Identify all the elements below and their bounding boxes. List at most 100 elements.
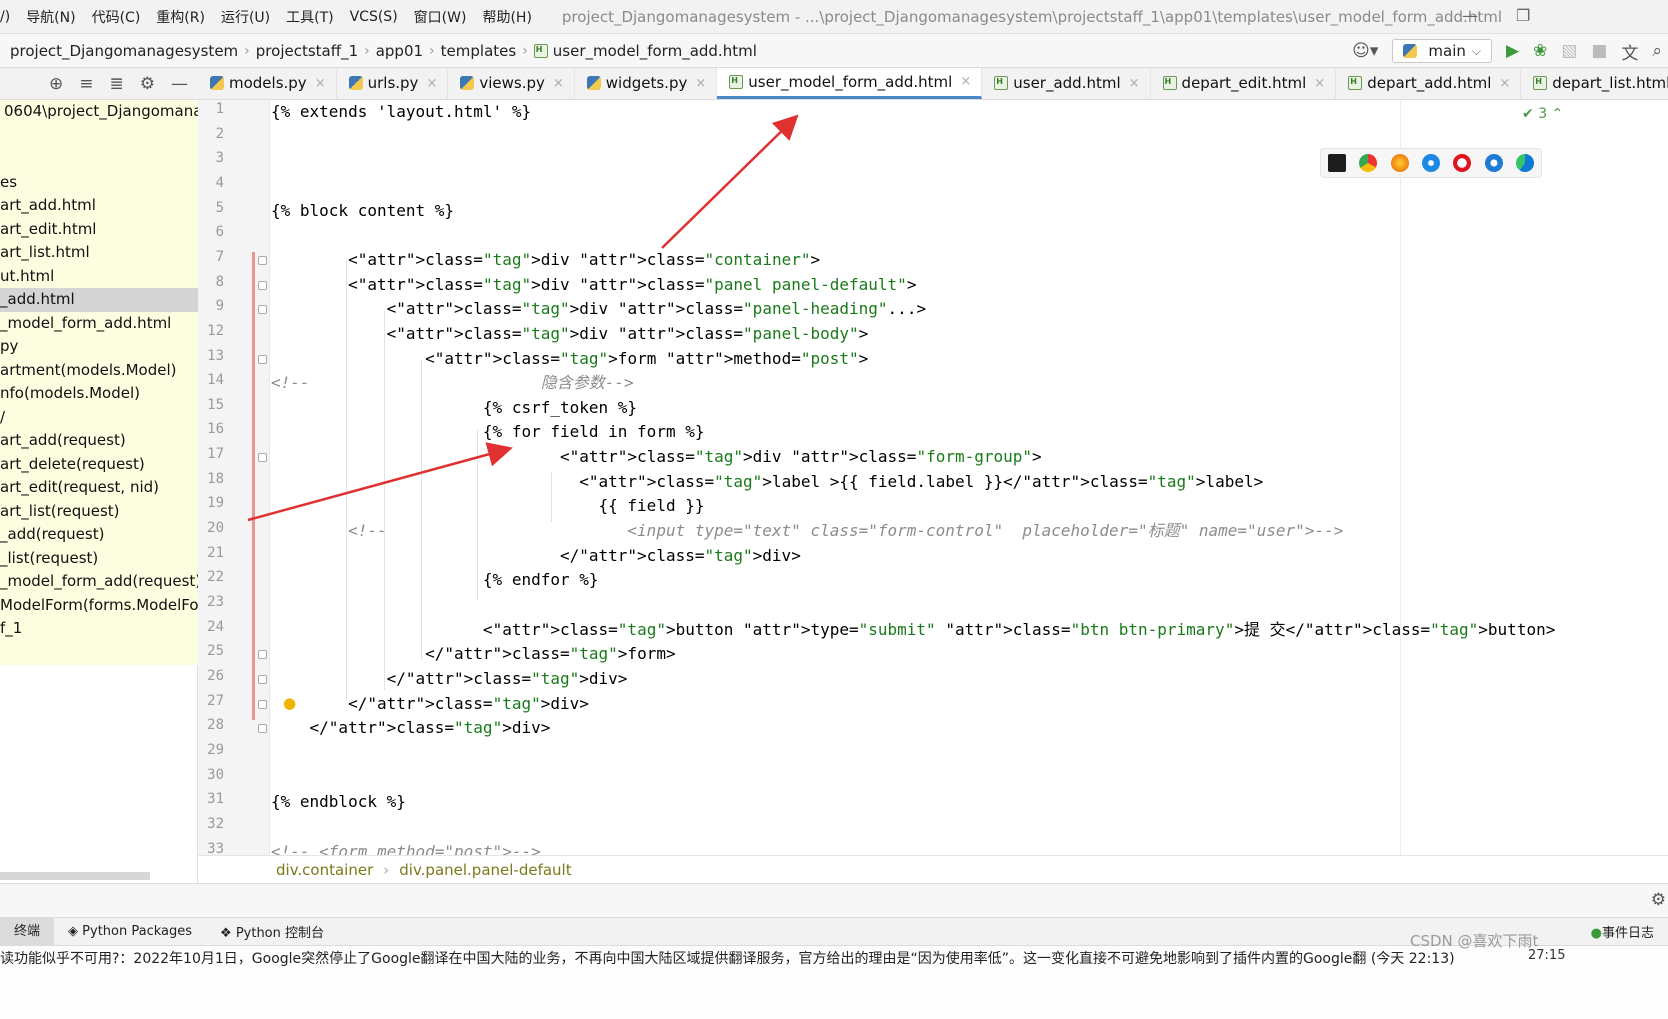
close-icon[interactable]: × bbox=[426, 76, 437, 91]
locate-icon[interactable]: ⊕ bbox=[49, 74, 63, 94]
project-scrollbar[interactable] bbox=[0, 872, 150, 880]
tree-item[interactable]: f_1 bbox=[0, 617, 198, 641]
inspection-widget[interactable]: ✔ 3 ⌃ bbox=[1522, 106, 1563, 122]
menu-item-vcs[interactable]: VCS(S) bbox=[342, 9, 406, 25]
code-line[interactable]: </"attr">class="tag">div> bbox=[271, 668, 628, 690]
menu-item-run[interactable]: 运行(U) bbox=[213, 7, 278, 27]
fold-marker[interactable] bbox=[258, 724, 267, 734]
breadcrumb-file[interactable]: user_model_form_add.html bbox=[528, 42, 763, 60]
stop-icon[interactable]: ■ bbox=[1591, 41, 1607, 61]
code-line[interactable]: </"attr">class="tag">form> bbox=[271, 643, 675, 665]
code-line[interactable]: <"attr">class="tag">div "attr">class="pa… bbox=[271, 274, 916, 296]
tree-item[interactable]: _model_form_add(request) bbox=[0, 570, 198, 594]
code-line[interactable]: <"attr">class="tag">form "attr">method="… bbox=[271, 348, 868, 370]
fold-marker[interactable] bbox=[258, 354, 267, 364]
fold-marker[interactable] bbox=[258, 699, 267, 709]
tab-models-py[interactable]: models.py × bbox=[198, 68, 337, 99]
close-icon[interactable]: × bbox=[695, 76, 706, 91]
tree-item[interactable]: 0604\project_Djangomanage bbox=[0, 100, 198, 124]
editor-crumb-panel[interactable]: div.panel.panel-default bbox=[399, 861, 571, 879]
tree-item[interactable]: / bbox=[0, 406, 198, 430]
tree-item[interactable]: art_edit.html bbox=[0, 218, 198, 242]
hide-icon[interactable]: — bbox=[171, 74, 188, 94]
code-line[interactable]: <"attr">class="tag">div "attr">class="pa… bbox=[271, 323, 869, 345]
debug-icon[interactable]: ❀ bbox=[1533, 41, 1547, 61]
tree-item[interactable]: art_add.html bbox=[0, 194, 198, 218]
pycharm-icon[interactable] bbox=[1327, 154, 1346, 172]
lightbulb-icon[interactable]: ● bbox=[283, 694, 296, 712]
tab-python-packages[interactable]: ◈ Python Packages bbox=[54, 924, 206, 939]
code-line[interactable]: <!-- <input type="text" class="form-cont… bbox=[271, 520, 1343, 542]
tab-widgets-py[interactable]: widgets.py × bbox=[575, 68, 718, 99]
code-line[interactable]: <!-- <form method="post">--> bbox=[271, 841, 541, 856]
tree-item[interactable]: ModelForm(forms.ModelFor bbox=[0, 594, 198, 618]
edge-icon[interactable] bbox=[1516, 154, 1535, 172]
tree-item[interactable] bbox=[0, 124, 198, 148]
restore-icon[interactable]: ❐ bbox=[1516, 6, 1530, 25]
menu-item-navigate[interactable]: 导航(N) bbox=[18, 7, 83, 27]
tree-item[interactable]: _add.html bbox=[0, 288, 198, 312]
collapse-all-icon[interactable]: ≣ bbox=[110, 74, 124, 94]
fold-marker[interactable] bbox=[258, 650, 267, 660]
close-icon[interactable]: × bbox=[553, 76, 564, 91]
tree-item[interactable] bbox=[0, 147, 198, 171]
close-icon[interactable]: × bbox=[1314, 76, 1325, 91]
tree-item[interactable]: es bbox=[0, 171, 198, 195]
tree-item[interactable]: art_edit(request, nid) bbox=[0, 476, 198, 500]
code-line[interactable]: <"attr">class="tag">button "attr">type="… bbox=[271, 619, 1555, 641]
menu-item-code[interactable]: 代码(C) bbox=[84, 7, 149, 27]
close-icon[interactable]: × bbox=[1129, 76, 1140, 91]
gear-icon[interactable]: ⚙ bbox=[140, 74, 155, 94]
user-icon[interactable]: ☺▾ bbox=[1352, 41, 1378, 61]
fold-marker[interactable] bbox=[258, 305, 267, 315]
tree-item[interactable]: nfo(models.Model) bbox=[0, 382, 198, 406]
gear-icon[interactable]: ⚙ bbox=[1651, 890, 1666, 910]
tab-depart-edit-html[interactable]: depart_edit.html × bbox=[1151, 68, 1337, 99]
tree-item[interactable]: art_list.html bbox=[0, 241, 198, 265]
code-line[interactable]: </"attr">class="tag">div> bbox=[271, 717, 551, 739]
search-icon[interactable]: ⌕ bbox=[1652, 41, 1662, 61]
menu-item-refactor[interactable]: 重构(R) bbox=[148, 7, 213, 27]
tab-terminal[interactable]: 终端 bbox=[0, 917, 55, 946]
translate-icon[interactable]: 文 bbox=[1621, 39, 1638, 64]
code-line[interactable]: {% block content %} bbox=[271, 200, 454, 222]
breadcrumb-folder[interactable]: projectstaff_1 bbox=[250, 42, 364, 60]
tab-user-model-form-add-html[interactable]: user_model_form_add.html × bbox=[717, 68, 983, 99]
breadcrumb-project[interactable]: project_Djangomanagesystem bbox=[0, 42, 244, 60]
tree-item[interactable]: art_add(request) bbox=[0, 429, 198, 453]
tab-urls-py[interactable]: urls.py × bbox=[337, 68, 449, 99]
fold-marker[interactable] bbox=[258, 674, 267, 684]
tab-event-log[interactable]: ●事件日志 bbox=[1577, 922, 1668, 941]
fold-marker[interactable] bbox=[258, 255, 267, 265]
tab-views-py[interactable]: views.py × bbox=[448, 68, 575, 99]
tree-item[interactable]: _list(request) bbox=[0, 547, 198, 571]
run-config-select[interactable]: main ⌵ bbox=[1392, 39, 1493, 63]
safari-icon[interactable] bbox=[1421, 154, 1440, 172]
code-line[interactable]: <"attr">class="tag">div "attr">class="fo… bbox=[271, 446, 1042, 468]
tree-item[interactable]: art_delete(request) bbox=[0, 453, 198, 477]
tab-depart-add-html[interactable]: depart_add.html × bbox=[1336, 68, 1522, 99]
menu-item-help[interactable]: 帮助(H) bbox=[474, 7, 539, 27]
code-editor[interactable]: {% extends 'layout.html' %} {% block cont… bbox=[271, 100, 1668, 855]
menu-item-window[interactable]: 窗口(W) bbox=[406, 7, 475, 27]
close-icon[interactable]: × bbox=[1499, 76, 1510, 91]
breadcrumb-folder[interactable]: app01 bbox=[370, 42, 429, 60]
code-line[interactable]: </"attr">class="tag">div> bbox=[271, 545, 801, 567]
code-line[interactable]: {% endfor %} bbox=[271, 569, 599, 591]
code-line[interactable]: </"attr">class="tag">div> bbox=[271, 693, 589, 715]
expand-all-icon[interactable]: ≡ bbox=[79, 74, 93, 94]
editor-crumb-container[interactable]: div.container bbox=[276, 861, 373, 879]
opera-icon[interactable] bbox=[1453, 154, 1472, 172]
code-line[interactable]: {% extends 'layout.html' %} bbox=[271, 101, 531, 123]
tab-user-add-html[interactable]: user_add.html × bbox=[982, 68, 1151, 99]
breadcrumb-folder[interactable]: templates bbox=[435, 42, 523, 60]
close-icon[interactable]: × bbox=[315, 76, 326, 91]
code-line[interactable]: <"attr">class="tag">label >{{ field.labe… bbox=[271, 471, 1263, 493]
minimize-icon[interactable]: — bbox=[1462, 6, 1478, 25]
close-icon[interactable]: × bbox=[960, 74, 971, 89]
code-line[interactable]: <"attr">class="tag">div "attr">class="co… bbox=[271, 249, 820, 271]
tab-depart-list-html[interactable]: depart_list.html× bbox=[1521, 68, 1668, 99]
fold-marker[interactable] bbox=[258, 453, 267, 463]
tab-python-console[interactable]: ❖ Python 控制台 bbox=[206, 922, 338, 941]
menu-item-file[interactable]: /) bbox=[0, 9, 18, 25]
